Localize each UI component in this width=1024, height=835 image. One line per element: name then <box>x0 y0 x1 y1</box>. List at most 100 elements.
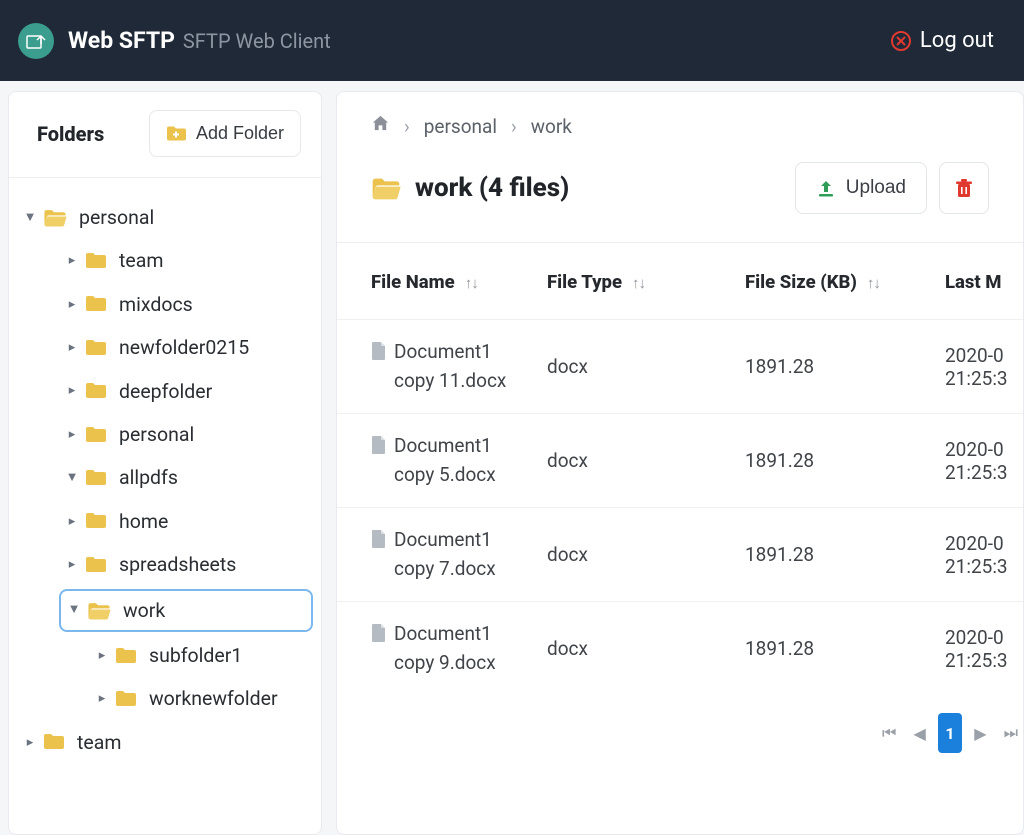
page-prev-button[interactable]: ◀ <box>907 713 931 753</box>
page-first-button[interactable]: ⏮ <box>877 713 901 753</box>
tree-node[interactable]: ▸newfolder0215 <box>59 328 313 367</box>
folder-tree: ▼personal▸team▸mixdocs▸newfolder0215▸dee… <box>9 178 321 772</box>
tree-node[interactable]: ▸worknewfolder <box>89 679 313 718</box>
file-name: Document1 copy 7.docx <box>394 526 527 583</box>
tree-node-label: personal <box>119 423 194 446</box>
tree-node-label: work <box>123 599 165 622</box>
delete-button[interactable] <box>939 162 989 214</box>
tree-node-label: home <box>119 510 168 533</box>
chevron-right-icon: › <box>404 115 410 138</box>
file-modified: 2020-0 21:25:3 <box>935 320 1023 414</box>
topbar: Web SFTP SFTP Web Client Log out <box>0 0 1024 81</box>
file-icon <box>371 342 386 360</box>
sort-icon: ↑↓ <box>867 274 880 292</box>
caret-icon: ▸ <box>65 340 79 356</box>
file-icon <box>371 530 386 548</box>
file-size: 1891.28 <box>735 508 935 602</box>
tree-node-label: subfolder1 <box>149 644 242 667</box>
breadcrumb-item[interactable]: personal <box>424 115 497 138</box>
folder-open-icon <box>371 176 401 200</box>
folder-icon <box>43 733 65 751</box>
folder-icon <box>85 512 107 530</box>
tree-node[interactable]: ▸ team <box>17 723 313 762</box>
sidebar: Folders Add Folder ▼personal▸team▸mixdoc… <box>8 91 322 835</box>
chevron-right-icon: › <box>511 115 517 138</box>
tree-node[interactable]: ▸team <box>59 241 313 280</box>
file-size: 1891.28 <box>735 414 935 508</box>
add-folder-button[interactable]: Add Folder <box>149 110 301 157</box>
tree-node[interactable]: ▸personal <box>59 415 313 454</box>
tree-node-label: spreadsheets <box>119 553 236 576</box>
page-last-button[interactable]: ⏭ <box>999 713 1023 753</box>
trash-icon <box>954 179 974 198</box>
folder-icon <box>85 469 107 487</box>
add-folder-label: Add Folder <box>196 123 284 144</box>
file-modified: 2020-0 21:25:3 <box>935 414 1023 508</box>
tree-node-label: deepfolder <box>119 380 212 403</box>
app-subtitle: SFTP Web Client <box>183 29 331 53</box>
folder-icon <box>85 382 107 400</box>
tree-node[interactable]: ▸ spreadsheets <box>59 545 313 584</box>
main-panel: › personal › work work (4 files) Upload <box>336 91 1024 835</box>
page-number[interactable]: 1 <box>938 713 962 753</box>
file-size: 1891.28 <box>735 602 935 696</box>
column-header-size[interactable]: File Size (KB)↑↓ <box>735 243 935 320</box>
column-header-name[interactable]: File Name↑↓ <box>337 243 537 320</box>
logout-button[interactable]: Log out <box>890 28 994 53</box>
folder-icon <box>115 690 137 708</box>
sort-icon: ↑↓ <box>632 274 645 292</box>
tree-node[interactable]: ▼personal <box>17 198 313 237</box>
file-name: Document1 copy 5.docx <box>394 432 527 489</box>
pagination: ⏮ ◀ 1 ▶ ⏭ <box>337 695 1023 771</box>
table-row[interactable]: Document1 copy 11.docxdocx1891.282020-0 … <box>337 320 1023 414</box>
tree-node[interactable]: ▸mixdocs <box>59 285 313 324</box>
column-header-modified[interactable]: Last M <box>935 243 1023 320</box>
file-type: docx <box>537 320 735 414</box>
caret-icon: ▼ <box>23 210 37 226</box>
column-header-type[interactable]: File Type↑↓ <box>537 243 735 320</box>
tree-node-label: worknewfolder <box>149 687 278 710</box>
caret-icon: ▸ <box>23 735 37 751</box>
caret-icon: ▼ <box>67 602 81 618</box>
tree-node[interactable]: ▸ deepfolder <box>59 372 313 411</box>
add-folder-icon <box>166 125 186 142</box>
home-icon[interactable] <box>371 114 390 138</box>
file-icon <box>371 624 386 642</box>
folder-icon <box>85 556 107 574</box>
caret-icon: ▼ <box>65 470 79 486</box>
app-title: Web SFTP <box>68 27 175 54</box>
folder-icon <box>85 339 107 357</box>
folder-icon <box>87 601 111 620</box>
tree-node[interactable]: ▸home <box>59 502 313 541</box>
file-icon <box>371 436 386 454</box>
tree-node[interactable]: ▼ allpdfs <box>59 458 313 497</box>
tree-node-label: allpdfs <box>119 466 178 489</box>
upload-icon <box>816 179 836 198</box>
folder-icon <box>85 426 107 444</box>
breadcrumb-item[interactable]: work <box>531 115 572 138</box>
app-logo <box>18 23 54 59</box>
logout-label: Log out <box>920 28 994 53</box>
caret-icon: ▸ <box>65 557 79 573</box>
folder-title-text: work (4 files) <box>415 173 569 203</box>
tree-node[interactable]: ▸subfolder1 <box>89 636 313 675</box>
file-type: docx <box>537 508 735 602</box>
file-modified: 2020-0 21:25:3 <box>935 602 1023 696</box>
folder-icon <box>115 647 137 665</box>
table-row[interactable]: Document1 copy 7.docxdocx1891.282020-0 2… <box>337 508 1023 602</box>
tree-node[interactable]: ▼ work <box>59 589 313 632</box>
caret-icon: ▸ <box>65 383 79 399</box>
file-name: Document1 copy 11.docx <box>394 338 527 395</box>
page-next-button[interactable]: ▶ <box>968 713 992 753</box>
folder-icon <box>85 252 107 270</box>
table-row[interactable]: Document1 copy 9.docxdocx1891.282020-0 2… <box>337 602 1023 696</box>
logout-icon <box>890 30 912 52</box>
file-modified: 2020-0 21:25:3 <box>935 508 1023 602</box>
upload-button[interactable]: Upload <box>795 162 927 214</box>
brand: Web SFTP SFTP Web Client <box>18 23 331 59</box>
table-row[interactable]: Document1 copy 5.docxdocx1891.282020-0 2… <box>337 414 1023 508</box>
sort-icon: ↑↓ <box>465 274 478 292</box>
folder-icon <box>85 295 107 313</box>
tree-node-label: team <box>77 731 121 754</box>
file-type: docx <box>537 602 735 696</box>
